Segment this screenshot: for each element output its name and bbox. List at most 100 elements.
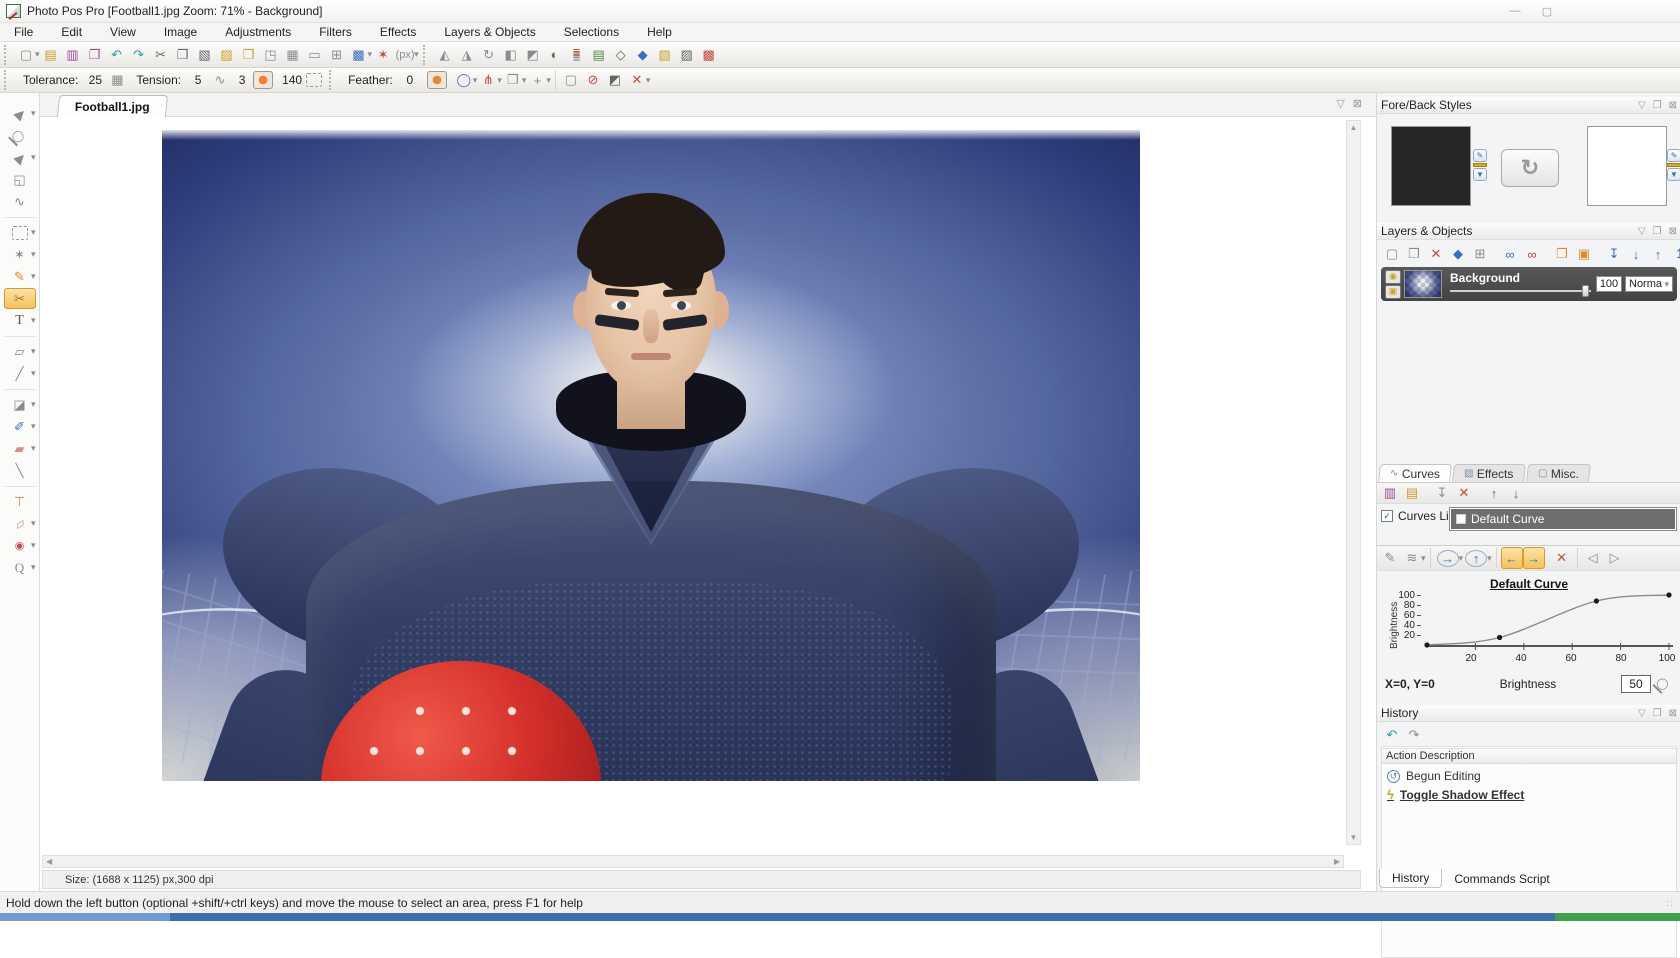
curves-list-selected-item[interactable]: Default Curve (1451, 509, 1675, 529)
smudge-tool[interactable]: Q▾ (4, 557, 36, 578)
background-edit-button[interactable]: ✎ (1667, 149, 1680, 162)
brush-style-button[interactable] (253, 71, 273, 89)
bring-forward-button[interactable]: ↑ (1647, 243, 1669, 265)
image-browser-button[interactable]: ▩ (348, 44, 370, 66)
line-tool[interactable]: ╱▾ (4, 363, 36, 384)
flip-horizontal-button[interactable]: ◧ (500, 44, 522, 66)
pointer-tool[interactable]: ▶▾ (4, 103, 36, 124)
foreground-edit-button[interactable]: ✎ (1473, 149, 1487, 162)
history-undo-button[interactable]: ↶ (1381, 724, 1403, 746)
path-node-button[interactable]: ⋔ (477, 69, 499, 91)
bring-to-front-button[interactable]: ↥ (1669, 243, 1680, 265)
shape-mode-button[interactable]: ◯ (453, 69, 475, 91)
canvas-vertical-scrollbar[interactable]: ▲ ▼ (1346, 120, 1361, 845)
delete-point-button[interactable]: ✕ (1551, 547, 1573, 569)
dropdown-icon[interactable]: ▾ (31, 368, 36, 379)
background-color-swatch[interactable] (1587, 126, 1667, 206)
menu-selections[interactable]: Selections (550, 23, 633, 41)
texture-style-button[interactable] (427, 71, 447, 89)
menu-file[interactable]: File (0, 23, 47, 41)
rect-select-tool[interactable]: ▾ (4, 222, 36, 243)
red-eye-tool[interactable]: ◉▾ (4, 535, 36, 556)
menu-filters[interactable]: Filters (305, 23, 366, 41)
next-point-button[interactable]: → (1523, 547, 1545, 569)
tab-misc[interactable]: ▢Misc. (1526, 464, 1591, 482)
sharpen-button[interactable]: ◇ (610, 44, 632, 66)
brush-tool[interactable]: ✐▾ (4, 416, 36, 437)
merge-all-button[interactable]: ▣ (1573, 243, 1595, 265)
move-tool[interactable]: ▶▾ (4, 147, 36, 168)
history-item-begun-editing[interactable]: ↺ Begun Editing (1383, 767, 1675, 785)
layer-name[interactable]: Background (1450, 271, 1591, 285)
menu-image[interactable]: Image (150, 23, 211, 41)
curve-item-checkbox[interactable] (1456, 514, 1466, 524)
panel-dropdown-icon[interactable]: ▽ (1638, 226, 1646, 237)
document-tab[interactable]: Football1.jpg (57, 95, 168, 117)
copy-button[interactable]: ❐ (172, 44, 194, 66)
dropdown-icon[interactable]: ▾ (31, 421, 36, 432)
magic-wand-tool[interactable]: ✶▾ (4, 244, 36, 265)
canvas-horizontal-scrollbar[interactable]: ◀ ▶ (42, 855, 1344, 868)
dropdown-icon[interactable]: ▾ (31, 315, 36, 326)
swap-colors-button[interactable]: ↻ (1501, 149, 1559, 187)
close-document-icon[interactable]: ⊠ (1353, 97, 1362, 110)
delete-curve-button[interactable]: ✕ (1453, 482, 1475, 504)
color-swatches-button[interactable]: ▤ (588, 44, 610, 66)
tension-value[interactable]: 5 (187, 73, 209, 87)
load-curve-button[interactable]: ▤ (1401, 482, 1423, 504)
background-style-bar[interactable] (1667, 163, 1680, 167)
open-file-button[interactable]: ▤ (40, 44, 62, 66)
curve-tool[interactable]: ∿ (4, 191, 36, 212)
menu-layers-objects[interactable]: Layers & Objects (430, 23, 549, 41)
pattern-button[interactable] (303, 69, 325, 91)
width-value[interactable]: 140 (281, 73, 303, 87)
panel-close-icon[interactable]: ⊠ (1669, 708, 1677, 719)
flip-vertical-button[interactable]: ◩ (522, 44, 544, 66)
move-curve-up-button[interactable]: ↑ (1483, 482, 1505, 504)
send-backward-button[interactable]: ↓ (1625, 243, 1647, 265)
duplicate-layer-button[interactable]: ❐ (1403, 243, 1425, 265)
add-object-button[interactable]: ⊞ (1469, 243, 1491, 265)
fill-tool[interactable]: ◪▾ (4, 394, 36, 415)
photo-football-player[interactable] (162, 130, 1140, 781)
tab-curves[interactable]: ∿Curves (1378, 464, 1452, 482)
options-grip[interactable] (4, 70, 9, 90)
scroll-right-icon[interactable]: ▶ (1334, 857, 1340, 866)
dropdown-icon[interactable]: ▾ (31, 562, 36, 573)
blur-button[interactable]: ◆ (632, 44, 654, 66)
curves-list-checkbox[interactable]: ✓ (1381, 510, 1393, 522)
send-to-back-button[interactable]: ↧ (1603, 243, 1625, 265)
rotate-left-button[interactable]: ◭ (434, 44, 456, 66)
history-item-toggle-shadow[interactable]: ϟ Toggle Shadow Effect (1383, 785, 1675, 804)
ruler-button[interactable]: ▭ (304, 44, 326, 66)
dropdown-icon[interactable]: ▾ (1487, 553, 1492, 564)
dropdown-icon[interactable]: ▾ (31, 227, 36, 238)
save-button[interactable]: ▥ (62, 44, 84, 66)
hide-layer-button[interactable]: ∞ (1521, 243, 1543, 265)
paste-as-new-button[interactable]: ❐ (238, 44, 260, 66)
merge-down-button[interactable]: ❐ (1551, 243, 1573, 265)
selection-copy-button[interactable]: ❐ (502, 69, 524, 91)
layer-blend-mode-select[interactable]: Norma▾ (1625, 276, 1673, 292)
tension-curve-icon[interactable]: ∿ (209, 69, 231, 91)
color-picker-tool[interactable]: ╲ (4, 460, 36, 481)
scroll-up-icon[interactable]: ▲ (1350, 123, 1358, 132)
image-frame-button[interactable]: ▨ (676, 44, 698, 66)
crop-tool[interactable]: ◱ (4, 169, 36, 190)
menu-adjustments[interactable]: Adjustments (211, 23, 305, 41)
tolerance-value[interactable]: 25 (84, 73, 106, 87)
background-dropdown-button[interactable]: ▼ (1667, 168, 1680, 181)
feather-value[interactable]: 0 (399, 73, 421, 87)
layer-opacity-value[interactable]: 100 (1596, 276, 1622, 292)
print-preview-button[interactable]: ◳ (260, 44, 282, 66)
import-curve-button[interactable]: ↧ (1431, 482, 1453, 504)
menu-edit[interactable]: Edit (47, 23, 96, 41)
curves-listbox[interactable]: Default Curve (1449, 507, 1677, 531)
shift-curve-up-button[interactable]: ↑ (1465, 550, 1487, 567)
history-redo-button[interactable]: ↷ (1403, 724, 1425, 746)
clone-stamp-tool[interactable]: ⊤ (4, 491, 36, 512)
minimize-button[interactable]: — (1502, 3, 1528, 19)
dropdown-icon[interactable]: ▾ (31, 518, 36, 529)
toolbar-grip-2[interactable] (423, 45, 428, 65)
mirror-curve-h-button[interactable]: ◁ (1582, 547, 1604, 569)
